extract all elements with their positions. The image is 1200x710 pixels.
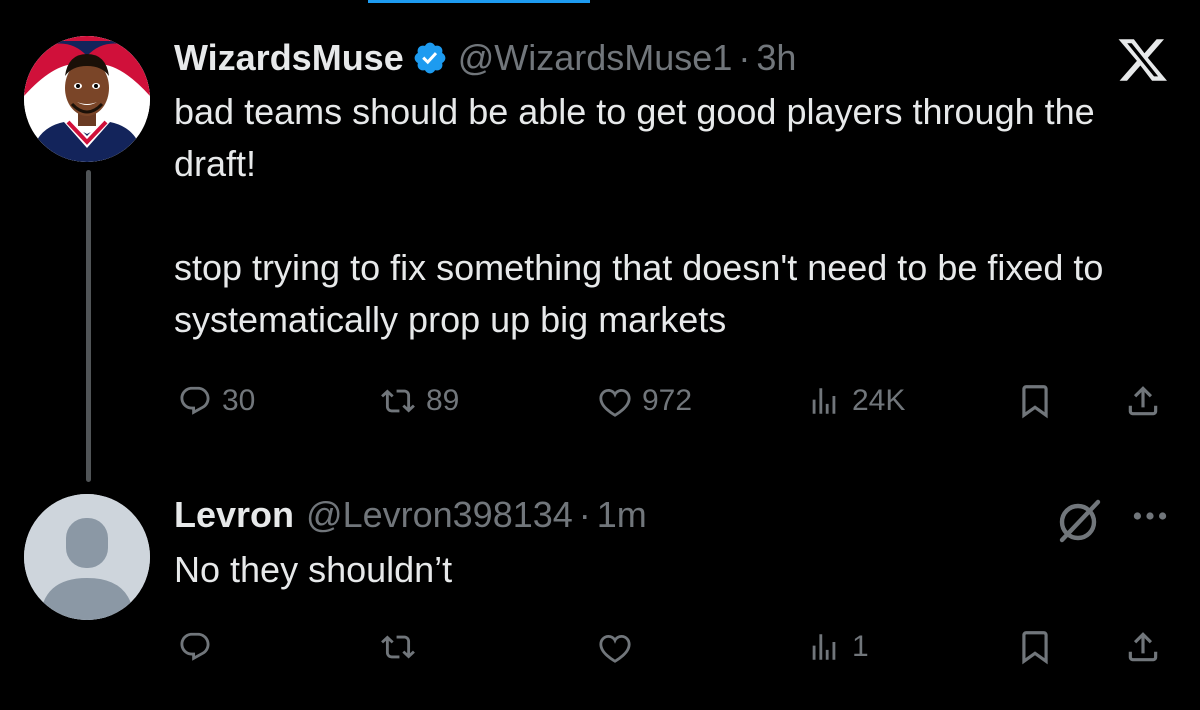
repost-icon <box>381 389 415 413</box>
views-icon <box>812 388 836 414</box>
x-logo-icon <box>1118 39 1167 81</box>
post-header: WizardsMuse @WizardsMuse1 · 3h <box>174 30 796 86</box>
reply-meta-separator: · <box>578 494 591 535</box>
reply-views-count: 1 <box>852 630 869 663</box>
reply-icon <box>180 386 210 415</box>
meta-separator: · <box>738 37 751 78</box>
reply-timestamp[interactable]: 1m <box>597 494 647 536</box>
repost-icon <box>381 635 415 659</box>
reply-header: Levron @Levron398134 · 1m <box>174 490 647 540</box>
avatar-levron[interactable] <box>24 494 150 620</box>
share-button[interactable] <box>1124 378 1162 424</box>
thread-connector-line <box>86 170 91 482</box>
verified-badge-icon <box>414 42 446 74</box>
reply-views-button[interactable]: 1 <box>806 624 869 670</box>
author-handle[interactable]: @WizardsMuse1 <box>458 37 733 79</box>
post-text: bad teams should be able to get good pla… <box>174 91 1104 340</box>
share-icon <box>1128 632 1158 662</box>
avatar-wizardsmuse[interactable] <box>24 36 150 162</box>
like-icon <box>599 388 631 417</box>
top-accent-bar <box>368 0 590 3</box>
like-count: 972 <box>642 384 693 417</box>
like-button[interactable]: 972 <box>598 378 692 424</box>
reply-text: No they shouldn’t <box>174 549 453 590</box>
reply-bookmark-button[interactable] <box>1016 624 1054 670</box>
reply-reply-button[interactable] <box>178 624 212 670</box>
repost-button[interactable]: 89 <box>380 378 459 424</box>
avatar-illustration <box>24 36 150 162</box>
views-icon <box>812 634 836 660</box>
like-icon <box>599 634 631 663</box>
bookmark-button[interactable] <box>1016 378 1054 424</box>
share-icon <box>1128 386 1158 416</box>
reply-icon <box>180 632 210 661</box>
default-avatar-icon <box>24 494 150 620</box>
repost-count: 89 <box>426 384 460 417</box>
reply-author-handle[interactable]: @Levron398134 <box>306 494 573 536</box>
bookmark-icon <box>1022 385 1048 419</box>
grok-icon[interactable] <box>1056 496 1104 544</box>
reply-share-button[interactable] <box>1124 624 1162 670</box>
reply-action-bar: 1 <box>174 624 1174 670</box>
views-count: 24K <box>852 384 906 417</box>
reply-count: 30 <box>222 384 256 417</box>
author-name[interactable]: WizardsMuse <box>174 37 404 79</box>
views-button[interactable]: 24K <box>806 378 905 424</box>
reply-button[interactable]: 30 <box>178 378 255 424</box>
reply-author-name[interactable]: Levron <box>174 494 294 536</box>
reply-repost-button[interactable] <box>380 624 416 670</box>
reply-like-button[interactable] <box>598 624 632 670</box>
bookmark-icon <box>1022 631 1048 665</box>
more-icon[interactable] <box>1128 498 1172 534</box>
post-action-bar: 30 89 972 24K <box>174 378 1174 424</box>
post-timestamp[interactable]: 3h <box>756 37 796 79</box>
